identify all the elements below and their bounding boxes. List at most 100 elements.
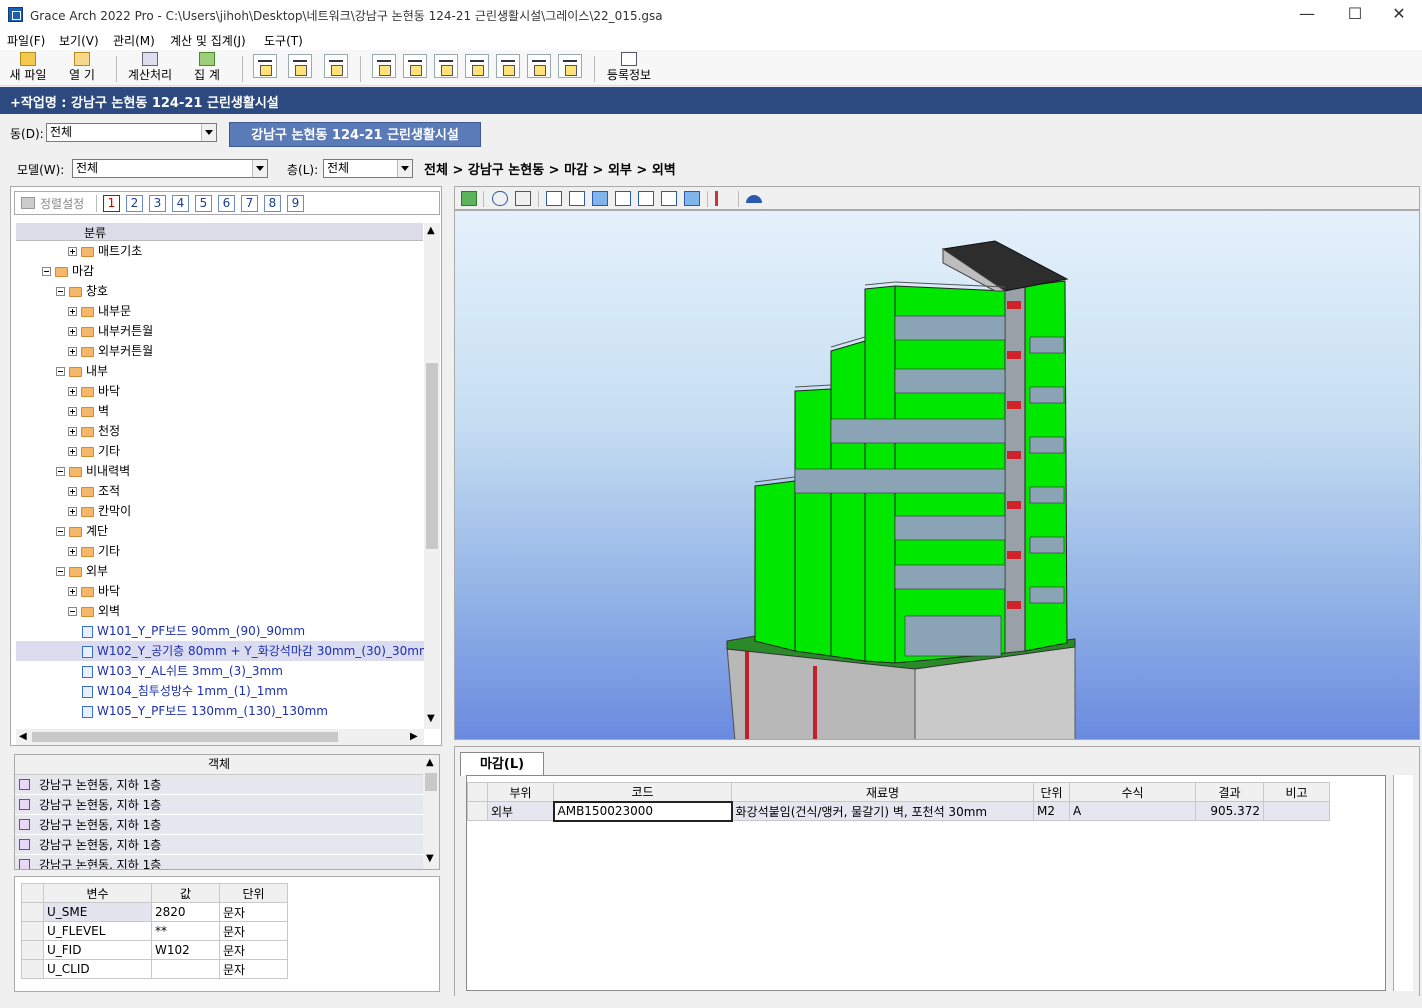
expand-icon[interactable] <box>68 507 77 516</box>
tree-leaf-item[interactable]: W104_침투성방수 1mm_(1)_1mm <box>16 681 424 701</box>
menu-file[interactable]: 파일(F) <box>7 32 45 49</box>
expand-icon[interactable] <box>68 547 77 556</box>
expand-icon[interactable] <box>68 387 77 396</box>
list-icon[interactable] <box>715 191 731 206</box>
variable-row[interactable]: U_SME 2820 문자 <box>21 902 288 922</box>
calculate-button[interactable]: 계산처리 <box>125 52 175 84</box>
tree-folder-item[interactable]: 천정 <box>16 421 424 441</box>
view-back-icon[interactable] <box>569 191 585 206</box>
expand-icon[interactable] <box>68 347 77 356</box>
scroll-left-icon[interactable]: ◀ <box>19 731 27 742</box>
row-header[interactable] <box>21 959 44 979</box>
collapse-icon[interactable] <box>56 527 65 536</box>
sort-level-9[interactable]: 9 <box>287 195 304 212</box>
row-header[interactable] <box>21 940 44 960</box>
new-file-button[interactable]: 새 파일 <box>6 52 50 84</box>
tree-folder-item[interactable]: 바닥 <box>16 581 424 601</box>
variable-value[interactable]: ** <box>151 921 220 941</box>
object-row[interactable]: 강남구 논현동, 지하 1층 <box>15 855 423 869</box>
select-icon[interactable] <box>515 191 531 206</box>
tree-vertical-scrollbar[interactable]: ▲ ▼ <box>424 223 440 729</box>
tree-folder-item[interactable]: 조적 <box>16 481 424 501</box>
variable-row[interactable]: U_CLID 문자 <box>21 959 288 979</box>
variable-name[interactable]: U_FLEVEL <box>43 921 152 941</box>
orbit-icon[interactable] <box>492 191 508 206</box>
row-header[interactable] <box>467 801 488 821</box>
variable-value[interactable]: W102 <box>151 940 220 960</box>
sort-level-2[interactable]: 2 <box>126 195 143 212</box>
material-cell[interactable]: 화강석붙임(건식/앵커, 물갈기) 벽, 포천석 30mm <box>731 801 1034 821</box>
menu-manage[interactable]: 관리(M) <box>113 32 155 49</box>
preview-icon[interactable] <box>253 54 277 78</box>
collapse-icon[interactable] <box>56 287 65 296</box>
view-right-icon[interactable] <box>615 191 631 206</box>
variable-name[interactable]: U_FID <box>43 940 152 960</box>
object-row[interactable]: 강남구 논현동, 지하 1층 <box>15 775 423 795</box>
variable-unit[interactable]: 문자 <box>219 940 288 960</box>
sort-level-4[interactable]: 4 <box>172 195 189 212</box>
tree-folder-item[interactable]: 내부문 <box>16 301 424 321</box>
tree-view[interactable]: 매트기초 마감 창호 내부문 내부커튼월 외부커튼월 내부 바닥 벽 천정 기타 비내력벽 조적 칸막이 계… <box>16 241 424 729</box>
tree-leaf-item[interactable]: W102_Y_공기층 80mm + Y_화강석마감 30mm_(30)_30mm <box>16 641 424 661</box>
object-row[interactable]: 강남구 논현동, 지하 1층 <box>15 795 423 815</box>
view-front-icon[interactable] <box>546 191 562 206</box>
tree-folder-item[interactable]: 외벽 <box>16 601 424 621</box>
floor-select[interactable]: 전체 <box>323 159 413 178</box>
tree-folder-item[interactable]: 비내력벽 <box>16 461 424 481</box>
print-preview-icon[interactable] <box>324 54 348 78</box>
model-icon[interactable] <box>461 191 477 206</box>
menu-tools[interactable]: 도구(T) <box>264 32 303 49</box>
collapse-icon[interactable] <box>56 467 65 476</box>
layout-icon-2[interactable] <box>403 54 427 78</box>
tree-folder-item[interactable]: 외부 <box>16 561 424 581</box>
dong-select[interactable]: 전체 <box>46 123 217 142</box>
collapse-icon[interactable] <box>56 367 65 376</box>
tree-folder-item[interactable]: 기타 <box>16 441 424 461</box>
summary-button[interactable]: 집 계 <box>187 52 227 84</box>
expand-icon[interactable] <box>68 327 77 336</box>
view-iso-icon[interactable] <box>684 191 700 206</box>
chevron-down-icon[interactable] <box>252 160 267 177</box>
code-cell[interactable]: AMB150023000 <box>552 800 733 822</box>
tree-folder-item[interactable]: 내부 <box>16 361 424 381</box>
collapse-icon[interactable] <box>42 267 51 276</box>
chevron-down-icon[interactable] <box>201 124 216 141</box>
object-row[interactable]: 강남구 논현동, 지하 1층 <box>15 835 423 855</box>
unit-cell[interactable]: M2 <box>1033 801 1070 821</box>
zoom-preview-icon[interactable] <box>288 54 312 78</box>
scroll-up-icon[interactable]: ▲ <box>427 225 435 236</box>
sort-level-5[interactable]: 5 <box>195 195 212 212</box>
row-header[interactable] <box>21 902 44 922</box>
tree-folder-item[interactable]: 마감 <box>16 261 424 281</box>
layout-icon-1[interactable] <box>372 54 396 78</box>
layout-icon-5[interactable] <box>527 54 551 78</box>
layout-icon-3[interactable] <box>434 54 458 78</box>
tree-folder-item[interactable]: 계단 <box>16 521 424 541</box>
part-cell[interactable]: 외부 <box>487 801 554 821</box>
edit-icon[interactable] <box>496 54 520 78</box>
layout-icon-6[interactable] <box>558 54 582 78</box>
tree-folder-item[interactable]: 매트기초 <box>16 241 424 261</box>
tree-folder-item[interactable]: 칸막이 <box>16 501 424 521</box>
note-cell[interactable] <box>1263 801 1330 821</box>
tree-folder-item[interactable]: 바닥 <box>16 381 424 401</box>
tree-horizontal-scrollbar[interactable]: ◀ ▶ <box>16 729 424 745</box>
view-left-icon[interactable] <box>592 191 608 206</box>
variable-row[interactable]: U_FLEVEL ** 문자 <box>21 921 288 941</box>
variable-unit[interactable]: 문자 <box>219 902 288 922</box>
sort-level-1[interactable]: 1 <box>103 195 120 212</box>
view-top-icon[interactable] <box>638 191 654 206</box>
variable-unit[interactable]: 문자 <box>219 959 288 979</box>
properties-button[interactable]: 등록정보 <box>604 52 654 84</box>
variable-row[interactable]: U_FID W102 문자 <box>21 940 288 960</box>
expand-icon[interactable] <box>68 447 77 456</box>
collapse-icon[interactable] <box>56 567 65 576</box>
sort-level-7[interactable]: 7 <box>241 195 258 212</box>
layout-icon-4[interactable] <box>465 54 489 78</box>
tree-folder-item[interactable]: 창호 <box>16 281 424 301</box>
tree-hscroll-thumb[interactable] <box>32 732 338 742</box>
variable-value[interactable] <box>151 959 220 979</box>
tree-leaf-item[interactable]: W105_Y_PF보드 130mm_(130)_130mm <box>16 701 424 721</box>
tree-leaf-item[interactable]: W101_Y_PF보드 90mm_(90)_90mm <box>16 621 424 641</box>
shade-icon[interactable] <box>746 195 762 203</box>
